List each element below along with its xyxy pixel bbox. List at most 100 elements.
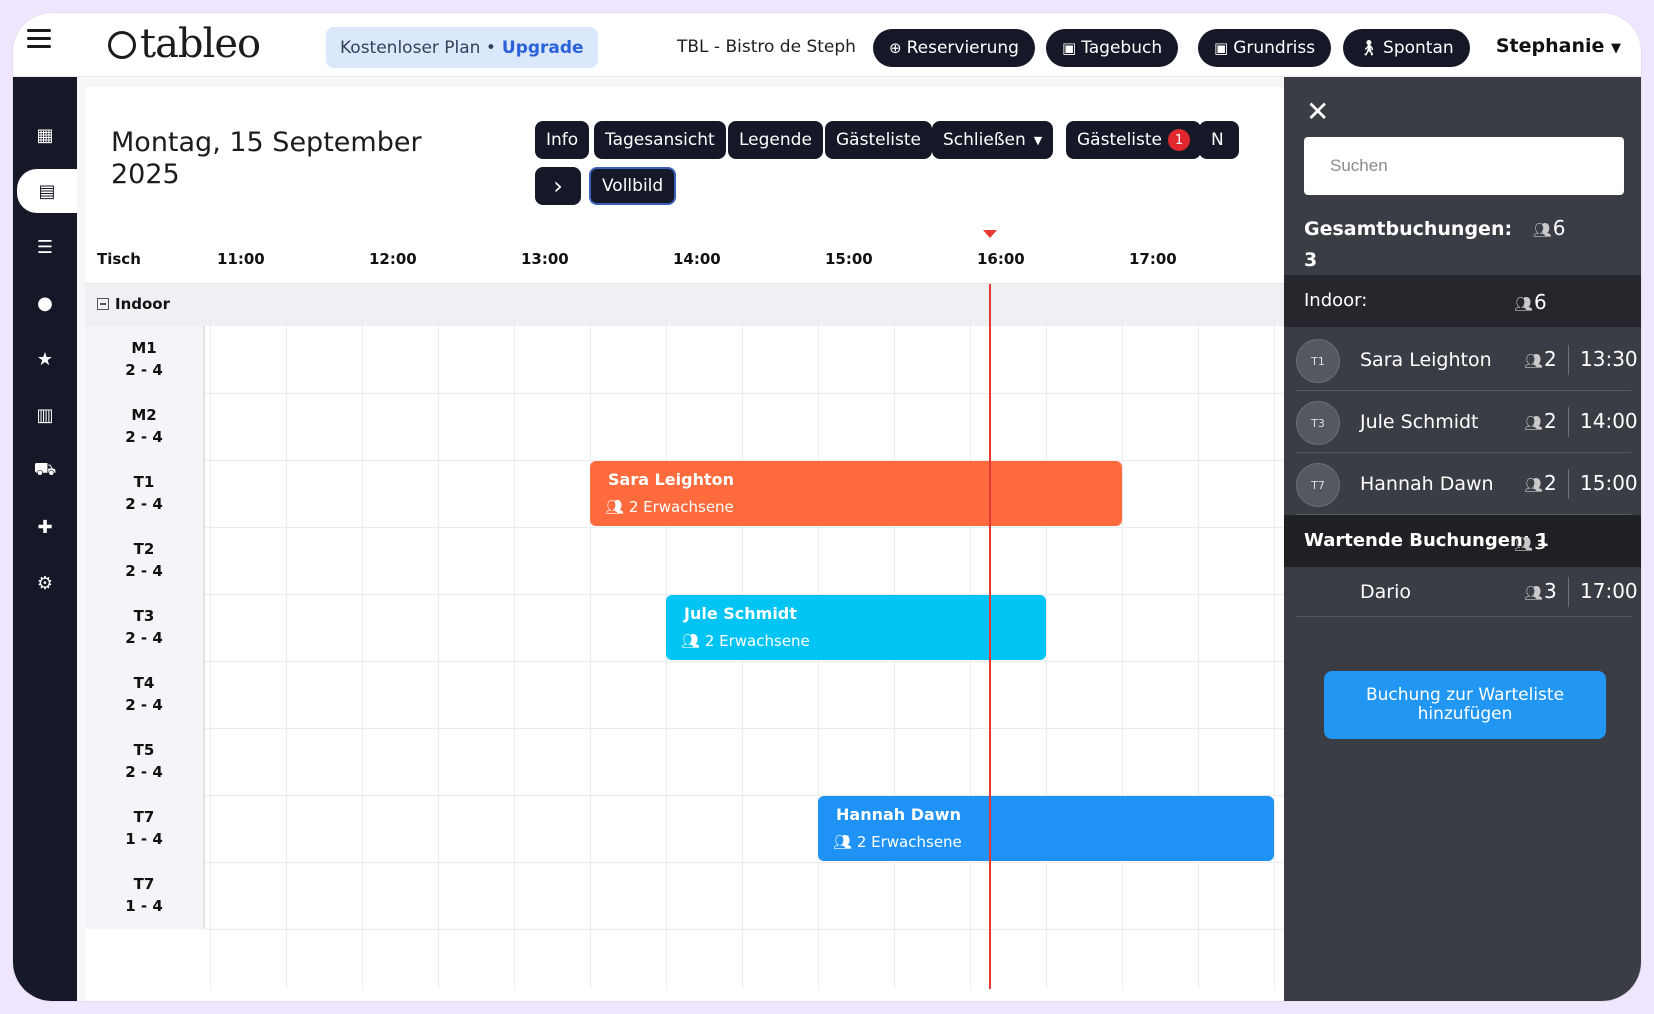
area-group-row[interactable]: Indoor (85, 284, 1284, 326)
floorplan-label: Grundriss (1233, 38, 1316, 58)
reservation-button[interactable]: ⊕ Reservierung (873, 29, 1035, 67)
party-size: 👥︎ 2 (1524, 409, 1557, 433)
indoor-label: Indoor: (1304, 290, 1368, 311)
people-icon: 👥︎ (1514, 295, 1533, 313)
restaurant-name: TBL - Bistro de Steph (677, 37, 856, 57)
guestlist-button[interactable]: Gästeliste (825, 121, 932, 159)
table-column: M1 2 - 4 M2 2 - 4 T1 2 - 4 T2 2 - 4 T3 2 - 4 T4 2 -… (85, 326, 205, 929)
people-icon: 👥︎ (605, 498, 625, 516)
upgrade-link[interactable]: Upgrade (502, 38, 584, 58)
table-row: M2 2 - 4 (85, 393, 205, 460)
add-to-waitlist-button[interactable]: Buchung zur Warteliste hinzufügen (1324, 671, 1606, 739)
indoor-people-value: 6 (1534, 290, 1547, 314)
booking-block[interactable]: Sara Leighton 👥︎ 2 Erwachsene (590, 461, 1122, 526)
caret-down-icon: ▼ (1033, 133, 1043, 147)
total-people: 👥︎ 6 (1533, 216, 1566, 240)
table-row: T2 2 - 4 (85, 527, 205, 594)
close-icon[interactable]: ✕ (1306, 95, 1329, 128)
hour-label: 17:00 (1129, 250, 1177, 268)
nav-chart-icon[interactable]: ▥ (13, 393, 77, 437)
table-name: T2 (133, 540, 155, 558)
grid-line (1198, 284, 1199, 989)
table-capacity: 2 - 4 (125, 495, 163, 513)
booking-time: 14:00 (1580, 409, 1638, 433)
booking-block[interactable]: Hannah Dawn 👥︎ 2 Erwachsene (818, 796, 1274, 861)
people-icon: 👥︎ (1514, 535, 1533, 553)
table-avatar: T1 (1296, 339, 1340, 383)
booking-list-item[interactable]: T7 Hannah Dawn 👥︎ 2 15:00 (1296, 453, 1638, 515)
table-name: T5 (133, 741, 155, 759)
people-icon: 👥︎ (681, 632, 701, 650)
grid-line (205, 862, 1284, 863)
close-dropdown-button[interactable]: Schließen ▼ (932, 121, 1054, 159)
area-name: Indoor (115, 295, 171, 313)
nav-star-icon[interactable]: ★ (13, 337, 77, 381)
plan-badge[interactable]: Kostenloser Plan • Upgrade (326, 27, 598, 68)
people-icon: 👥︎ (1524, 476, 1543, 494)
people-icon: 👥︎ (1524, 414, 1543, 432)
walkin-button[interactable]: 🚶︎ Spontan (1343, 29, 1470, 67)
table-row: T7 1 - 4 (85, 862, 205, 929)
plus-circle-icon: ⊕ (889, 39, 902, 57)
grid-line (205, 393, 1284, 394)
hour-label: 11:00 (217, 250, 265, 268)
day-view-button[interactable]: Tagesansicht (594, 121, 726, 159)
main-area: Montag, 15 September 2025 Info Tagesansi… (77, 77, 1284, 1001)
guest-name: Dario (1360, 581, 1411, 603)
logo[interactable]: tableo (108, 21, 261, 67)
next-day-button[interactable]: › (535, 167, 581, 205)
table-name: T4 (133, 674, 155, 692)
grid-line (1122, 284, 1123, 989)
info-button[interactable]: Info (535, 121, 590, 159)
booking-side-panel: ✕ Gesamtbuchungen: 👥︎6 3 Indoor: 👥︎6 T1 … (1284, 77, 1641, 1001)
nav-cart-icon[interactable]: ⛟ (13, 449, 77, 493)
waiting-section: Wartende Buchungen: 1 👥︎ 3 (1284, 515, 1641, 567)
user-menu[interactable]: Stephanie ▼ (1496, 35, 1621, 57)
floorplan-icon: ▣ (1214, 39, 1229, 57)
nav-user-icon[interactable]: ● (13, 281, 77, 325)
nav-puzzle-icon[interactable]: ✚ (13, 505, 77, 549)
booking-name: Hannah Dawn (836, 805, 961, 824)
nav-book-icon[interactable]: ▤ (17, 169, 77, 213)
table-capacity: 2 - 4 (125, 763, 163, 781)
table-row: T1 2 - 4 (85, 460, 205, 527)
nav-list-icon[interactable]: ☰ (13, 225, 77, 269)
table-row: T5 2 - 4 (85, 728, 205, 795)
table-name: T7 (133, 808, 155, 826)
walkin-label: Spontan (1383, 38, 1454, 58)
fullscreen-button[interactable]: Vollbild (589, 167, 677, 205)
booking-guests-label: 2 Erwachsene (628, 498, 734, 516)
hour-label: 13:00 (521, 250, 569, 268)
booking-guests-label: 2 Erwachsene (704, 632, 810, 650)
nav-gear-icon[interactable]: ⚙ (13, 561, 77, 605)
more-button[interactable]: N (1199, 121, 1239, 159)
hour-label: 12:00 (369, 250, 417, 268)
guestlist-badge-button[interactable]: Gästeliste 1 (1066, 121, 1201, 159)
table-capacity: 1 - 4 (125, 897, 163, 915)
booking-list-item[interactable]: T1 Sara Leighton 👥︎ 2 13:30 (1296, 329, 1638, 391)
legend-button[interactable]: Legende (728, 121, 823, 159)
grid-line (1046, 284, 1047, 989)
grid-line (438, 284, 439, 989)
search-input[interactable] (1304, 137, 1624, 195)
menu-icon[interactable] (27, 29, 51, 49)
nav-dashboard-icon[interactable]: ▦ (13, 113, 77, 157)
booking-guests: 👥︎ 2 Erwachsene (681, 632, 810, 650)
total-label: Gesamtbuchungen: (1304, 218, 1513, 240)
area-label: Indoor (97, 295, 170, 313)
grid-line (210, 284, 211, 989)
grid-line (205, 527, 1284, 528)
table-avatar: T7 (1296, 463, 1340, 507)
waiting-list-item[interactable]: Dario 👥︎ 3 17:00 (1296, 567, 1638, 617)
logo-text: tableo (140, 21, 261, 67)
collapse-icon[interactable] (97, 298, 109, 310)
current-time-marker (983, 230, 998, 238)
booking-list-item[interactable]: T3 Jule Schmidt 👥︎ 2 14:00 (1296, 391, 1638, 453)
party-size-value: 2 (1544, 347, 1557, 371)
diary-button[interactable]: ▣ Tagebuch (1046, 29, 1179, 67)
floorplan-button[interactable]: ▣ Grundriss (1198, 29, 1332, 67)
grid-line (286, 284, 287, 989)
divider (1568, 577, 1569, 607)
total-bookings: Gesamtbuchungen: 👥︎ 6 3 (1304, 213, 1624, 275)
grid-line (1274, 284, 1275, 989)
